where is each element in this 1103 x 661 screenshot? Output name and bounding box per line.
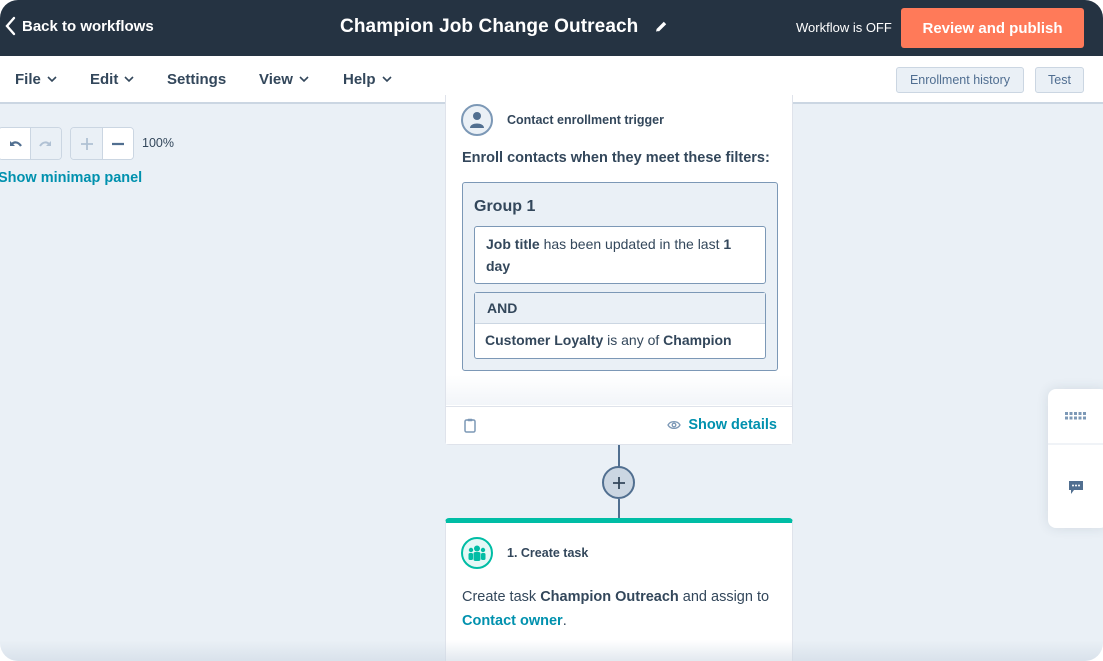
rail-divider xyxy=(1048,443,1103,445)
action-description: Create task Champion Outreach and assign… xyxy=(462,585,782,633)
filter-property: Customer Loyalty xyxy=(485,332,604,348)
undo-button[interactable] xyxy=(0,128,30,159)
pencil-icon[interactable] xyxy=(654,20,668,34)
zoom-level: 100% xyxy=(142,136,174,150)
redo-button[interactable] xyxy=(30,128,61,159)
task-name: Champion Outreach xyxy=(540,589,679,605)
filter-operator: has been updated in the last xyxy=(543,236,720,252)
menu-help[interactable]: Help xyxy=(343,71,392,88)
enrollment-trigger-card[interactable]: Contact enrollment trigger Enroll contac… xyxy=(445,95,793,445)
filter-value: Champion xyxy=(663,332,732,348)
zoom-in-button[interactable] xyxy=(71,128,102,159)
menu-settings[interactable]: Settings xyxy=(167,71,226,88)
top-bar: Back to workflows Champion Job Change Ou… xyxy=(0,0,1103,56)
group-title: Group 1 xyxy=(474,198,536,215)
back-label: Back to workflows xyxy=(22,17,154,35)
plus-icon xyxy=(80,137,93,150)
filter-group: Group 1 Job title has been updated in th… xyxy=(462,182,778,371)
filter-condition: Job title has been updated in the last 1… xyxy=(474,226,766,284)
grid-dots-button[interactable] xyxy=(1048,389,1103,443)
menu-view[interactable]: View xyxy=(259,71,309,88)
chevron-down-icon xyxy=(124,76,134,83)
desc-suffix: . xyxy=(562,613,567,629)
zoom-out-button[interactable] xyxy=(102,128,133,159)
trigger-card-footer: Show details xyxy=(446,406,792,444)
workflow-editor: Back to workflows Champion Job Change Ou… xyxy=(0,0,1103,661)
enrollment-history-button[interactable]: Enrollment history xyxy=(896,67,1024,93)
review-and-publish-button[interactable]: Review and publish xyxy=(901,8,1084,48)
chat-button[interactable] xyxy=(1048,460,1103,514)
workflow-title-text: Champion Job Change Outreach xyxy=(340,16,639,37)
filter-property: Job title xyxy=(486,236,540,252)
side-rail xyxy=(1048,389,1103,528)
back-to-workflows-link[interactable]: Back to workflows xyxy=(4,16,154,36)
workflow-title[interactable]: Champion Job Change Outreach xyxy=(340,16,668,38)
desc-middle: and assign to xyxy=(682,589,770,605)
test-button[interactable]: Test xyxy=(1035,67,1084,93)
menu-help-label: Help xyxy=(343,71,376,88)
menu-file-label: File xyxy=(15,71,41,88)
connector-line xyxy=(618,445,620,467)
menu-settings-label: Settings xyxy=(167,71,227,88)
show-minimap-link[interactable]: Show minimap panel xyxy=(0,170,142,186)
redo-icon xyxy=(39,140,51,147)
eye-icon xyxy=(667,420,682,430)
menu-edit-label: Edit xyxy=(90,71,119,88)
card-fade xyxy=(446,375,792,405)
filter-operator: is any of xyxy=(607,332,660,348)
desc-prefix: Create task xyxy=(462,589,537,605)
minus-icon xyxy=(112,142,124,145)
menu-edit[interactable]: Edit xyxy=(90,71,134,88)
action-card-create-task[interactable]: 1. Create task Create task Champion Outr… xyxy=(445,518,793,661)
add-action-button[interactable] xyxy=(602,466,635,499)
workflow-status: Workflow is OFF xyxy=(796,20,892,35)
trigger-card-header: Contact enrollment trigger xyxy=(461,104,664,136)
contact-icon xyxy=(461,104,493,136)
grid-dots-icon xyxy=(1064,412,1086,420)
connector-line xyxy=(618,499,620,518)
zoom-controls xyxy=(70,127,134,160)
chevron-down-icon xyxy=(299,76,309,83)
assignee-link[interactable]: Contact owner xyxy=(462,613,563,629)
and-connector: AND xyxy=(475,293,765,324)
trigger-type-label: Contact enrollment trigger xyxy=(507,113,664,127)
chat-icon xyxy=(1068,480,1083,494)
chevron-left-icon xyxy=(5,16,16,36)
show-details-link[interactable]: Show details xyxy=(667,417,777,433)
enroll-criteria-text: Enroll contacts when they meet these fil… xyxy=(462,150,770,166)
undo-icon xyxy=(9,140,22,147)
chevron-down-icon xyxy=(47,76,57,83)
clipboard-icon[interactable] xyxy=(464,418,476,433)
plus-icon xyxy=(612,476,625,489)
chevron-down-icon xyxy=(381,76,392,83)
action-title: 1. Create task xyxy=(507,546,589,560)
filter-condition: AND Customer Loyalty is any of Champion xyxy=(474,292,766,359)
show-details-label: Show details xyxy=(688,417,777,433)
history-controls xyxy=(0,127,62,160)
people-icon xyxy=(461,537,493,569)
action-card-header: 1. Create task xyxy=(461,537,588,569)
menu-file[interactable]: File xyxy=(15,71,57,88)
menu-view-label: View xyxy=(259,71,293,88)
